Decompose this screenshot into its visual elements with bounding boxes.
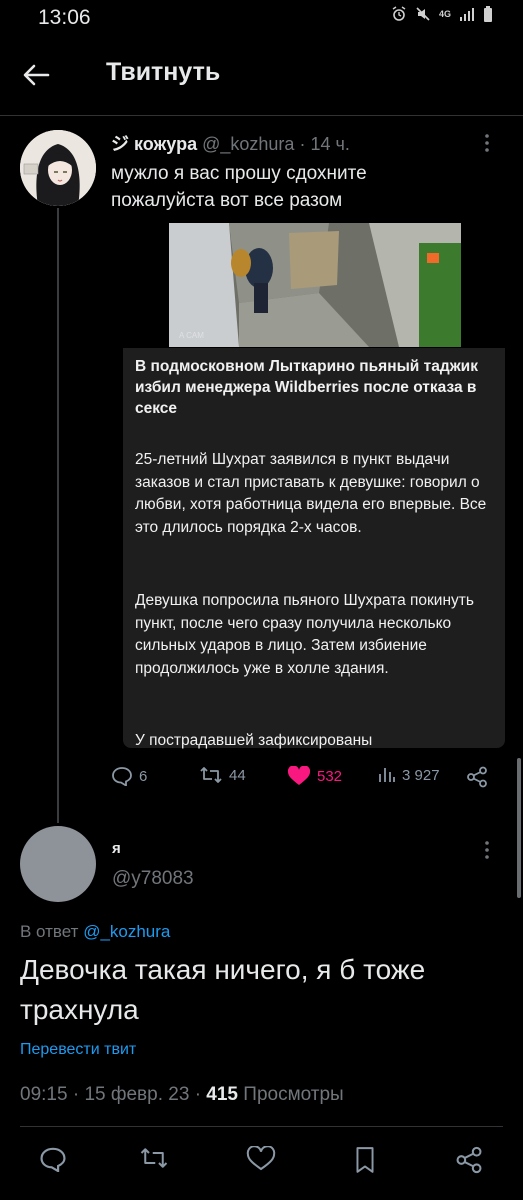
retweet-count: 44 <box>229 766 246 784</box>
tweet-date: 15 февр. 23 <box>84 1084 190 1105</box>
like-button[interactable] <box>246 1145 276 1177</box>
reply-button[interactable] <box>39 1146 67 1177</box>
comment-icon <box>112 767 132 786</box>
media-watermark: A CAM <box>179 331 204 340</box>
anime-avatar-image <box>20 130 96 206</box>
reply-count: 6 <box>139 767 148 785</box>
reply-text: Девочка такая ничего, я б тоже трахнула <box>20 954 426 1025</box>
back-button[interactable] <box>22 58 62 92</box>
bookmark-button[interactable] <box>354 1146 376 1179</box>
arrow-left-icon <box>23 64 50 86</box>
network-label: 4G <box>438 9 451 19</box>
divider <box>20 1126 503 1127</box>
tweet-text: мужло я вас прошу сдохните пожалуйста во… <box>111 160 451 214</box>
reply-to-line: В ответ @_kozhura <box>20 922 170 942</box>
separator-dot: · <box>299 134 306 154</box>
news-title: В подмосковном Лыткарино пьяный таджик и… <box>135 358 478 417</box>
reply-to-mention[interactable]: @_kozhura <box>83 922 170 941</box>
more-options-button[interactable] <box>484 840 490 865</box>
header-divider <box>0 115 523 116</box>
share-icon <box>467 766 487 788</box>
news-paragraph: 25-летний Шухрат заявился в пункт выдачи… <box>135 451 487 536</box>
retweet-icon <box>200 767 222 783</box>
reply-to-prefix: В ответ <box>20 922 79 941</box>
battery-icon <box>484 6 492 22</box>
tweet-clock-time: 09:15 <box>20 1084 68 1105</box>
views-label[interactable]: Просмотры <box>243 1084 343 1105</box>
tweet-action-bar <box>0 1145 523 1179</box>
cctv-image: A CAM <box>169 223 461 347</box>
page-title: Твитнуть <box>106 58 221 86</box>
separator-dot: · <box>72 1084 80 1105</box>
tweet-media[interactable]: A CAM <box>169 223 461 347</box>
heart-filled-icon <box>287 766 311 785</box>
tweet-text-line: пожалуйста вот все разом <box>111 190 343 211</box>
news-paragraph: У пострадавшей зафиксированы <box>135 732 373 749</box>
comment-icon <box>40 1147 66 1174</box>
tweet-header: ジ кожура @_kozhura · 14 ч. <box>111 130 350 156</box>
like-count: 532 <box>317 767 343 785</box>
like-button[interactable]: 532 <box>287 766 342 786</box>
share-button[interactable] <box>455 1146 483 1179</box>
views-count: 415 <box>206 1084 238 1105</box>
retweet-icon <box>140 1148 168 1168</box>
status-icons: 4G <box>391 6 493 22</box>
author-handle[interactable]: @_kozhura <box>202 134 294 154</box>
author-handle[interactable]: @y78083 <box>112 868 194 890</box>
tweet-time: 14 ч. <box>310 134 350 154</box>
signal-icon <box>460 8 474 21</box>
tweet-text-line: мужло я вас прошу сдохните <box>111 163 367 184</box>
views-count: 3 927 <box>402 766 440 784</box>
retweet-button[interactable]: 44 <box>199 766 246 784</box>
more-vertical-icon <box>485 134 489 152</box>
more-options-button[interactable] <box>484 133 490 158</box>
scrollbar[interactable] <box>517 758 521 898</box>
bookmark-icon <box>356 1147 374 1173</box>
views-button[interactable]: 3 927 <box>378 766 440 784</box>
translate-link[interactable]: Перевести твит <box>20 1041 136 1059</box>
share-icon <box>456 1146 482 1174</box>
mute-icon <box>416 7 430 21</box>
heart-icon <box>246 1145 276 1171</box>
author-name[interactable]: я <box>112 840 121 857</box>
tweet-action-bar: 6 44 532 3 927 <box>0 766 523 792</box>
verified-glyph: ジ <box>111 134 129 154</box>
share-button[interactable] <box>466 766 488 788</box>
analytics-icon <box>379 768 395 782</box>
retweet-button[interactable] <box>139 1146 169 1175</box>
avatar[interactable] <box>20 130 96 206</box>
avatar[interactable] <box>20 826 96 902</box>
tweet-timestamp: 09:15 · 15 февр. 23 · 415 Просмотры <box>20 1084 344 1106</box>
separator-dot: · <box>194 1084 202 1105</box>
alarm-icon <box>392 6 406 21</box>
thread-line <box>57 208 59 823</box>
status-time: 13:06 <box>38 6 91 29</box>
reply-button[interactable]: 6 <box>111 766 147 786</box>
author-name[interactable]: кожура <box>134 134 197 154</box>
news-paragraph: Девушка попросила пьяного Шухрата покину… <box>135 592 474 677</box>
more-vertical-icon <box>485 841 489 859</box>
